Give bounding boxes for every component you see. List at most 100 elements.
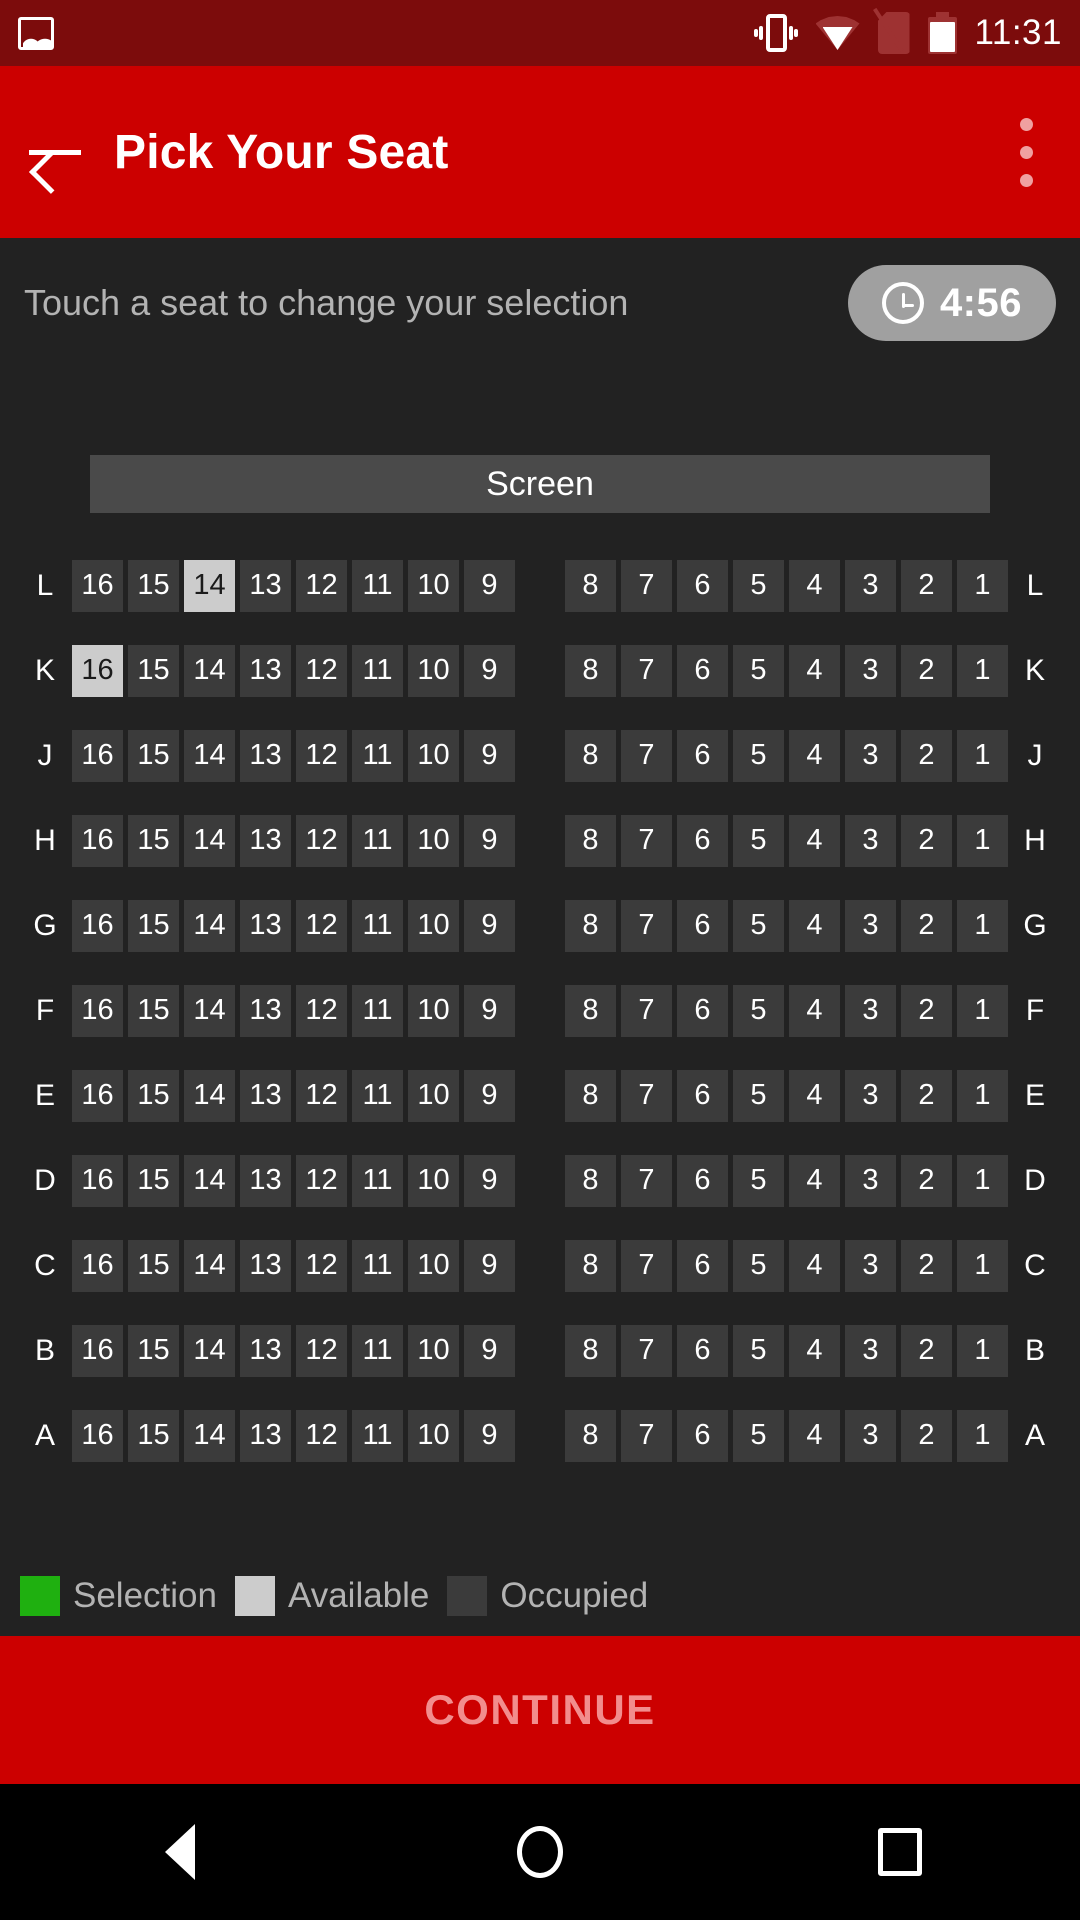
seat-E-1[interactable]: 1 xyxy=(957,1069,1008,1122)
seat-K-5[interactable]: 5 xyxy=(733,644,784,697)
seat-C-5[interactable]: 5 xyxy=(733,1239,784,1292)
seat-K-10[interactable]: 10 xyxy=(408,644,459,697)
seat-H-7[interactable]: 7 xyxy=(621,814,672,867)
seat-K-4[interactable]: 4 xyxy=(789,644,840,697)
seat-K-2[interactable]: 2 xyxy=(901,644,952,697)
seat-D-15[interactable]: 15 xyxy=(128,1154,179,1207)
seat-A-6[interactable]: 6 xyxy=(677,1409,728,1462)
seat-D-9[interactable]: 9 xyxy=(464,1154,515,1207)
seat-F-12[interactable]: 12 xyxy=(296,984,347,1037)
seat-J-10[interactable]: 10 xyxy=(408,729,459,782)
seat-F-14[interactable]: 14 xyxy=(184,984,235,1037)
seat-B-3[interactable]: 3 xyxy=(845,1324,896,1377)
seat-K-13[interactable]: 13 xyxy=(240,644,291,697)
overflow-menu-button[interactable] xyxy=(972,66,1080,238)
seat-J-14[interactable]: 14 xyxy=(184,729,235,782)
seat-J-12[interactable]: 12 xyxy=(296,729,347,782)
continue-button[interactable]: CONTINUE xyxy=(0,1636,1080,1784)
seat-G-3[interactable]: 3 xyxy=(845,899,896,952)
seat-C-1[interactable]: 1 xyxy=(957,1239,1008,1292)
seat-G-6[interactable]: 6 xyxy=(677,899,728,952)
seat-J-6[interactable]: 6 xyxy=(677,729,728,782)
seat-H-14[interactable]: 14 xyxy=(184,814,235,867)
seat-H-8[interactable]: 8 xyxy=(565,814,616,867)
nav-back-button[interactable] xyxy=(90,1784,270,1920)
seat-C-11[interactable]: 11 xyxy=(352,1239,403,1292)
seat-G-9[interactable]: 9 xyxy=(464,899,515,952)
seat-E-14[interactable]: 14 xyxy=(184,1069,235,1122)
seat-L-15[interactable]: 15 xyxy=(128,559,179,612)
seat-H-6[interactable]: 6 xyxy=(677,814,728,867)
seat-K-8[interactable]: 8 xyxy=(565,644,616,697)
seat-G-5[interactable]: 5 xyxy=(733,899,784,952)
seat-L-13[interactable]: 13 xyxy=(240,559,291,612)
seat-H-5[interactable]: 5 xyxy=(733,814,784,867)
seat-E-5[interactable]: 5 xyxy=(733,1069,784,1122)
seat-K-7[interactable]: 7 xyxy=(621,644,672,697)
nav-home-button[interactable] xyxy=(450,1784,630,1920)
seat-C-6[interactable]: 6 xyxy=(677,1239,728,1292)
seat-A-14[interactable]: 14 xyxy=(184,1409,235,1462)
seat-F-16[interactable]: 16 xyxy=(72,984,123,1037)
seat-B-6[interactable]: 6 xyxy=(677,1324,728,1377)
seat-H-11[interactable]: 11 xyxy=(352,814,403,867)
seat-C-14[interactable]: 14 xyxy=(184,1239,235,1292)
seat-B-14[interactable]: 14 xyxy=(184,1324,235,1377)
seat-L-1[interactable]: 1 xyxy=(957,559,1008,612)
seat-D-8[interactable]: 8 xyxy=(565,1154,616,1207)
seat-B-10[interactable]: 10 xyxy=(408,1324,459,1377)
seat-L-3[interactable]: 3 xyxy=(845,559,896,612)
seat-G-8[interactable]: 8 xyxy=(565,899,616,952)
seat-E-15[interactable]: 15 xyxy=(128,1069,179,1122)
seat-F-3[interactable]: 3 xyxy=(845,984,896,1037)
seat-E-4[interactable]: 4 xyxy=(789,1069,840,1122)
seat-L-14[interactable]: 14 xyxy=(184,559,235,612)
seat-L-6[interactable]: 6 xyxy=(677,559,728,612)
seat-L-5[interactable]: 5 xyxy=(733,559,784,612)
seat-E-7[interactable]: 7 xyxy=(621,1069,672,1122)
seat-E-8[interactable]: 8 xyxy=(565,1069,616,1122)
seat-G-11[interactable]: 11 xyxy=(352,899,403,952)
seat-H-10[interactable]: 10 xyxy=(408,814,459,867)
seat-E-16[interactable]: 16 xyxy=(72,1069,123,1122)
seat-B-8[interactable]: 8 xyxy=(565,1324,616,1377)
seat-F-4[interactable]: 4 xyxy=(789,984,840,1037)
seat-D-1[interactable]: 1 xyxy=(957,1154,1008,1207)
seat-F-11[interactable]: 11 xyxy=(352,984,403,1037)
seat-F-9[interactable]: 9 xyxy=(464,984,515,1037)
seat-E-13[interactable]: 13 xyxy=(240,1069,291,1122)
seat-B-9[interactable]: 9 xyxy=(464,1324,515,1377)
seat-E-12[interactable]: 12 xyxy=(296,1069,347,1122)
seat-J-2[interactable]: 2 xyxy=(901,729,952,782)
seat-D-6[interactable]: 6 xyxy=(677,1154,728,1207)
seat-L-7[interactable]: 7 xyxy=(621,559,672,612)
seat-L-11[interactable]: 11 xyxy=(352,559,403,612)
seat-A-12[interactable]: 12 xyxy=(296,1409,347,1462)
seat-H-16[interactable]: 16 xyxy=(72,814,123,867)
seat-G-2[interactable]: 2 xyxy=(901,899,952,952)
seat-G-16[interactable]: 16 xyxy=(72,899,123,952)
seat-G-15[interactable]: 15 xyxy=(128,899,179,952)
seat-J-8[interactable]: 8 xyxy=(565,729,616,782)
seat-D-12[interactable]: 12 xyxy=(296,1154,347,1207)
seat-E-11[interactable]: 11 xyxy=(352,1069,403,1122)
seat-A-15[interactable]: 15 xyxy=(128,1409,179,1462)
seat-B-11[interactable]: 11 xyxy=(352,1324,403,1377)
seat-E-3[interactable]: 3 xyxy=(845,1069,896,1122)
seat-J-11[interactable]: 11 xyxy=(352,729,403,782)
seat-H-9[interactable]: 9 xyxy=(464,814,515,867)
seat-D-5[interactable]: 5 xyxy=(733,1154,784,1207)
seat-F-1[interactable]: 1 xyxy=(957,984,1008,1037)
seat-J-3[interactable]: 3 xyxy=(845,729,896,782)
seat-A-10[interactable]: 10 xyxy=(408,1409,459,1462)
seat-F-2[interactable]: 2 xyxy=(901,984,952,1037)
seat-C-3[interactable]: 3 xyxy=(845,1239,896,1292)
seat-F-15[interactable]: 15 xyxy=(128,984,179,1037)
seat-E-9[interactable]: 9 xyxy=(464,1069,515,1122)
seat-D-14[interactable]: 14 xyxy=(184,1154,235,1207)
seat-C-12[interactable]: 12 xyxy=(296,1239,347,1292)
seat-C-10[interactable]: 10 xyxy=(408,1239,459,1292)
seat-J-15[interactable]: 15 xyxy=(128,729,179,782)
seat-F-7[interactable]: 7 xyxy=(621,984,672,1037)
seat-C-16[interactable]: 16 xyxy=(72,1239,123,1292)
